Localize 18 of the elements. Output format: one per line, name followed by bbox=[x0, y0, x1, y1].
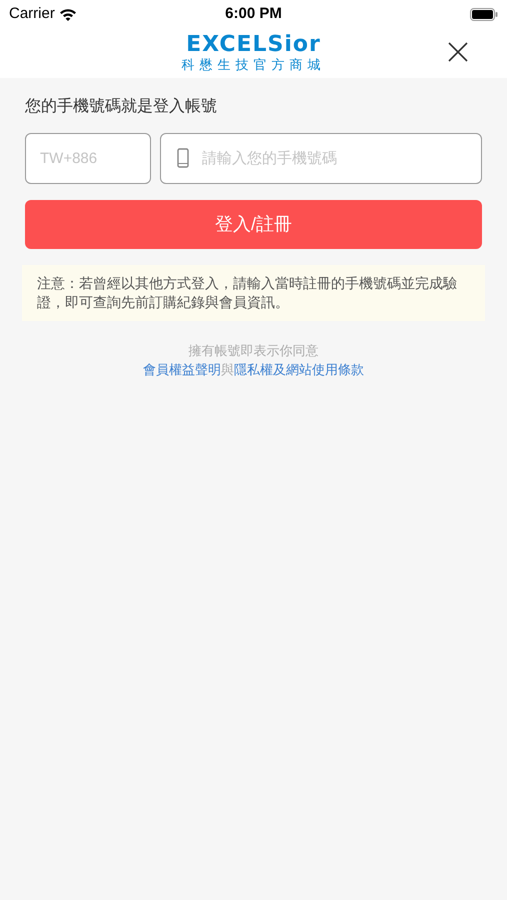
battery-icon bbox=[470, 8, 498, 20]
conjunction-text: 與 bbox=[221, 361, 234, 379]
clock-time: 6:00 PM bbox=[225, 4, 282, 24]
close-button[interactable] bbox=[447, 41, 469, 63]
notice-message: 注意：若曾經以其他方式登入，請輸入當時註冊的手機號碼並完成驗證，即可查詢先前訂購紀錄與會員資訊。 bbox=[22, 265, 485, 321]
agreement-text: 擁有帳號即表示你同意 bbox=[188, 342, 318, 360]
prompt-text: 您的手機號碼就是登入帳號 bbox=[25, 96, 218, 117]
login-register-button[interactable]: 登入/註冊 bbox=[25, 200, 482, 249]
brand-logo: EXCELSior bbox=[186, 33, 321, 57]
carrier-label: Carrier bbox=[9, 4, 55, 24]
country-code-field[interactable]: TW+886 bbox=[25, 133, 151, 184]
wifi-icon bbox=[58, 8, 77, 20]
phone-field[interactable]: 請輸入您的手機號碼 bbox=[160, 133, 482, 184]
close-icon bbox=[448, 42, 468, 62]
brand-tagline: 科懋生技官方商城 bbox=[182, 57, 326, 73]
phone-icon bbox=[177, 148, 189, 168]
terms-link[interactable]: 會員權益聲明 bbox=[143, 360, 221, 379]
terms-link[interactable]: 隱私權及網站使用條款 bbox=[234, 360, 364, 379]
